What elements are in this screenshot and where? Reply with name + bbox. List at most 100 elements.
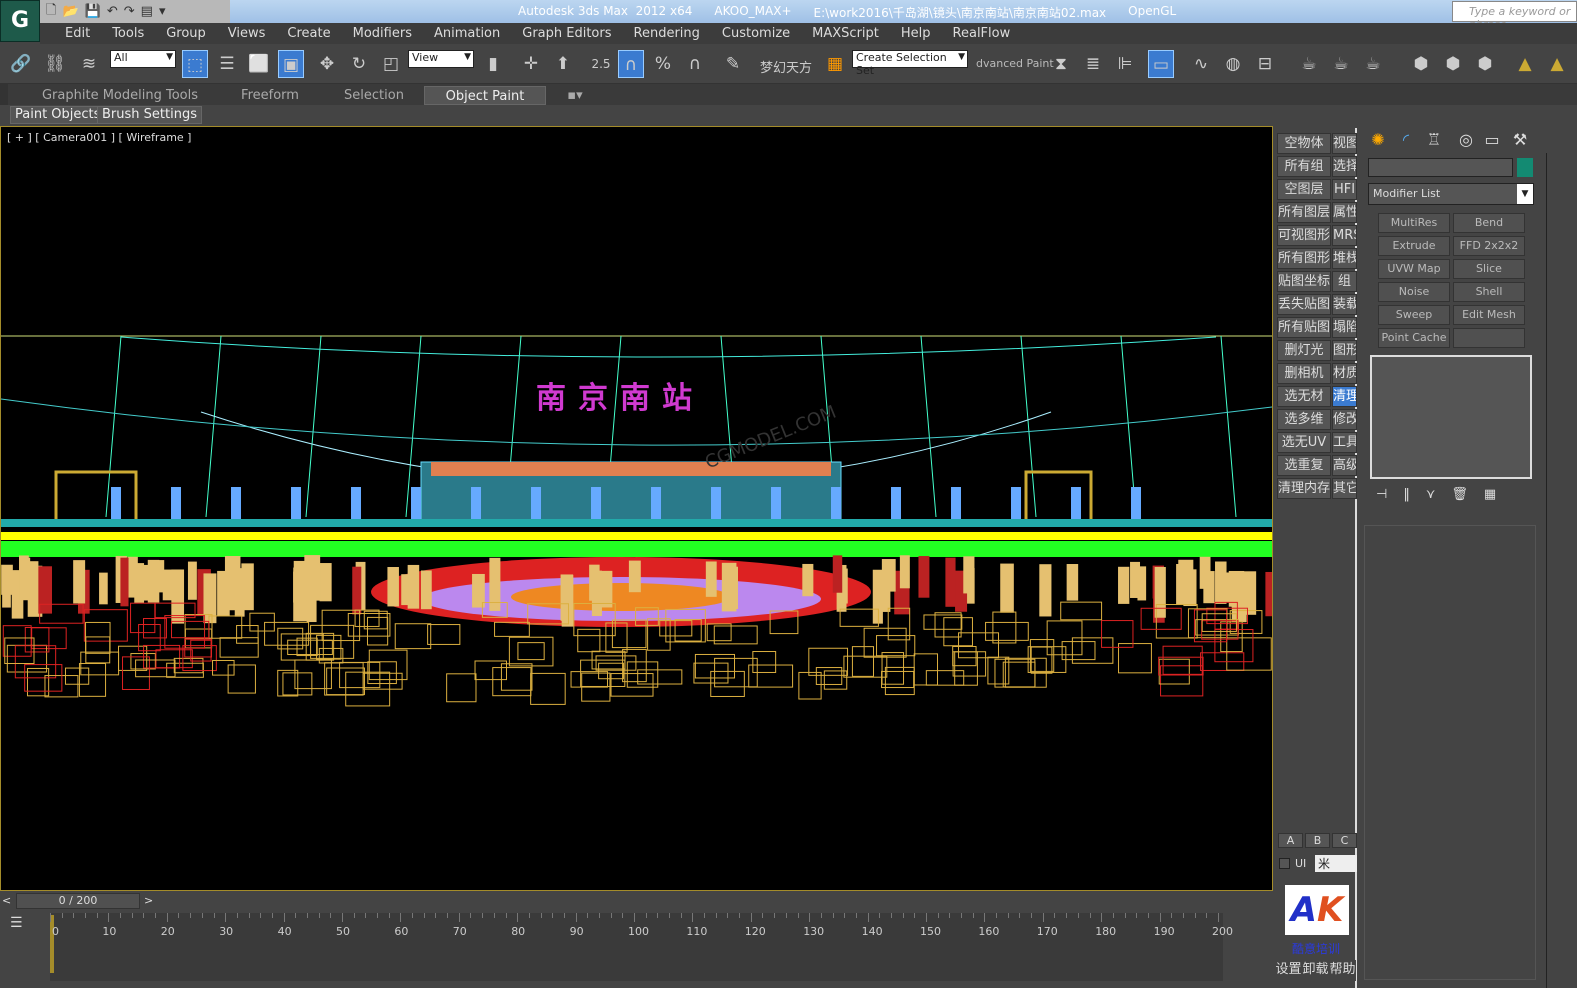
script-category-button[interactable]: 材质 (1332, 363, 1357, 384)
modifier-button[interactable]: Extrude (1378, 236, 1450, 256)
create-tab-icon[interactable]: ✺ (1364, 128, 1392, 152)
rotate-icon[interactable]: ↻ (346, 50, 372, 78)
menu-edit[interactable]: Edit (54, 26, 101, 41)
script-button[interactable]: 选重复 (1277, 455, 1331, 476)
spinner-snap-icon[interactable]: ∩ (682, 50, 708, 78)
window-crossing-icon[interactable]: ▣ (278, 50, 304, 78)
script-button[interactable]: 丢失贴图 (1277, 294, 1331, 315)
new-file-icon[interactable]: 🗋 (46, 1, 56, 23)
script-button[interactable]: 选无UV (1277, 432, 1331, 453)
configure-sets-icon[interactable]: ▦ (1484, 487, 1496, 502)
script-button[interactable]: 所有贴图 (1277, 317, 1331, 338)
paint-objects-panel[interactable]: Paint Objects (10, 106, 106, 124)
bin-save-icon[interactable]: ▲ (1544, 50, 1570, 78)
motion-tab-icon[interactable]: ◎ (1452, 128, 1480, 152)
script-button[interactable]: 选无材 (1277, 386, 1331, 407)
chevron-down-icon[interactable]: ▼ (1517, 184, 1533, 204)
object-color-swatch[interactable] (1517, 158, 1533, 177)
select-object-icon[interactable]: ⬚ (182, 50, 208, 78)
ui-checkbox[interactable] (1279, 858, 1290, 869)
selection-filter-dropdown[interactable]: All (110, 50, 176, 68)
modifier-button[interactable]: Sweep (1378, 305, 1450, 325)
script-category-button[interactable]: MRS (1332, 225, 1357, 246)
hierarchy-tab-icon[interactable]: ♖ (1420, 128, 1448, 152)
modifier-button[interactable]: UVW Map (1378, 259, 1450, 279)
preset-b-button[interactable]: B (1305, 833, 1330, 848)
modifier-button[interactable]: Bend (1453, 213, 1525, 233)
script-category-button[interactable]: HFI (1332, 179, 1357, 200)
named-selection-set-dropdown[interactable]: Create Selection Set (852, 50, 968, 77)
script-button[interactable]: 所有图层 (1277, 202, 1331, 223)
script-button[interactable]: 可视图形 (1277, 225, 1331, 246)
modifier-button[interactable]: FFD 2x2x2 (1453, 236, 1525, 256)
advanced-paint-label[interactable]: dvanced Paint (976, 57, 1054, 70)
script-button[interactable]: 贴图坐标 (1277, 271, 1331, 292)
menu-help[interactable]: Help (890, 26, 942, 41)
menu-tools[interactable]: Tools (101, 26, 155, 41)
bind-spacewarp-icon[interactable]: ≋ (76, 50, 102, 78)
mirror-icon[interactable]: ⧗ (1048, 50, 1074, 78)
reference-coord-dropdown[interactable]: View (408, 50, 474, 68)
layer-manager-icon[interactable]: ≣ (1080, 50, 1106, 78)
script-category-button[interactable]: 图形 (1332, 340, 1357, 361)
menu-create[interactable]: Create (276, 26, 341, 41)
menu-views[interactable]: Views (217, 26, 277, 41)
script-button[interactable]: 选多维 (1277, 409, 1331, 430)
modifier-button[interactable]: MultiRes (1378, 213, 1450, 233)
menu-customize[interactable]: Customize (711, 26, 801, 41)
menu-maxscript[interactable]: MAXScript (801, 26, 890, 41)
brush-settings-panel[interactable]: Brush Settings (97, 106, 202, 124)
help-button[interactable]: 帮助 (1329, 960, 1356, 981)
save-icon[interactable]: 💾 (85, 4, 101, 19)
align-icon[interactable]: ⊫ (1112, 50, 1138, 78)
material-editor-icon[interactable]: ◍ (1220, 50, 1246, 78)
render-iterative-icon[interactable]: ☕ (1360, 50, 1386, 78)
script-button[interactable]: 所有图形 (1277, 248, 1331, 269)
tab-object-paint[interactable]: Object Paint (424, 86, 546, 105)
modify-tab-icon[interactable]: ◜ (1392, 128, 1420, 152)
scale-icon[interactable]: ◰ (378, 50, 404, 78)
tab-selection[interactable]: Selection (324, 86, 424, 105)
menu-group[interactable]: Group (155, 26, 217, 41)
script-button[interactable]: 清理内存 (1277, 478, 1331, 499)
undo-icon[interactable]: ↶ (107, 4, 118, 19)
menu-realflow[interactable]: RealFlow (942, 26, 1022, 41)
camera-viewport[interactable]: 南京南站 CGMODEL.COM [ + ] [ Camera001 ] [ W… (0, 126, 1273, 891)
display-tab-icon[interactable]: ▭ (1478, 128, 1506, 152)
pivot-center-icon[interactable]: ▮ (480, 50, 506, 78)
panel-scroll-area[interactable] (1546, 153, 1577, 988)
bin-load-icon[interactable]: ▲ (1512, 50, 1538, 78)
script-button[interactable]: 空图层 (1277, 179, 1331, 200)
script-button[interactable]: 删相机 (1277, 363, 1331, 384)
unit-dropdown[interactable]: 米 (1315, 855, 1357, 872)
settings-button[interactable]: 设置 (1275, 960, 1302, 981)
keyboard-shortcut-icon[interactable]: ⬆ (550, 50, 576, 78)
render-production-icon[interactable]: ☕ (1328, 50, 1354, 78)
link-icon[interactable]: 🔗 (8, 50, 34, 78)
preset-c-button[interactable]: C (1332, 833, 1357, 848)
script-button[interactable]: 所有组 (1277, 156, 1331, 177)
plugin-icon[interactable]: ▦ (822, 50, 848, 78)
menu-rendering[interactable]: Rendering (623, 26, 711, 41)
rectangle-selection-icon[interactable]: ⬜ (246, 50, 272, 78)
percent-snap-icon[interactable]: % (650, 50, 676, 78)
tab-graphite-modeling-tools[interactable]: Graphite Modeling Tools (30, 86, 210, 105)
make-unique-icon[interactable]: ⋎ (1426, 487, 1436, 502)
sd-load-icon[interactable]: ⬢ (1408, 50, 1434, 78)
select-by-name-icon[interactable]: ☰ (214, 50, 240, 78)
modifier-button[interactable]: Edit Mesh (1453, 305, 1525, 325)
next-frame-button[interactable]: > (144, 894, 153, 907)
move-icon[interactable]: ✥ (314, 50, 340, 78)
prev-frame-button[interactable]: < (2, 894, 11, 907)
script-category-button[interactable]: 工具 (1332, 432, 1357, 453)
rendered-frame-icon[interactable]: ☕ (1296, 50, 1322, 78)
project-icon[interactable]: ▤ (141, 4, 153, 19)
ak-logo[interactable]: AK (1285, 885, 1349, 935)
remove-modifier-icon[interactable]: 🗑 (1451, 487, 1468, 502)
time-slider[interactable]: 0 / 200 (16, 893, 140, 909)
object-name-field[interactable] (1368, 158, 1513, 177)
modifier-button[interactable]: Point Cache (1378, 328, 1450, 348)
open-file-icon[interactable]: 📂 (62, 4, 78, 19)
script-category-button[interactable]: 其它 (1332, 478, 1357, 499)
script-button[interactable]: 空物体 (1277, 133, 1331, 154)
